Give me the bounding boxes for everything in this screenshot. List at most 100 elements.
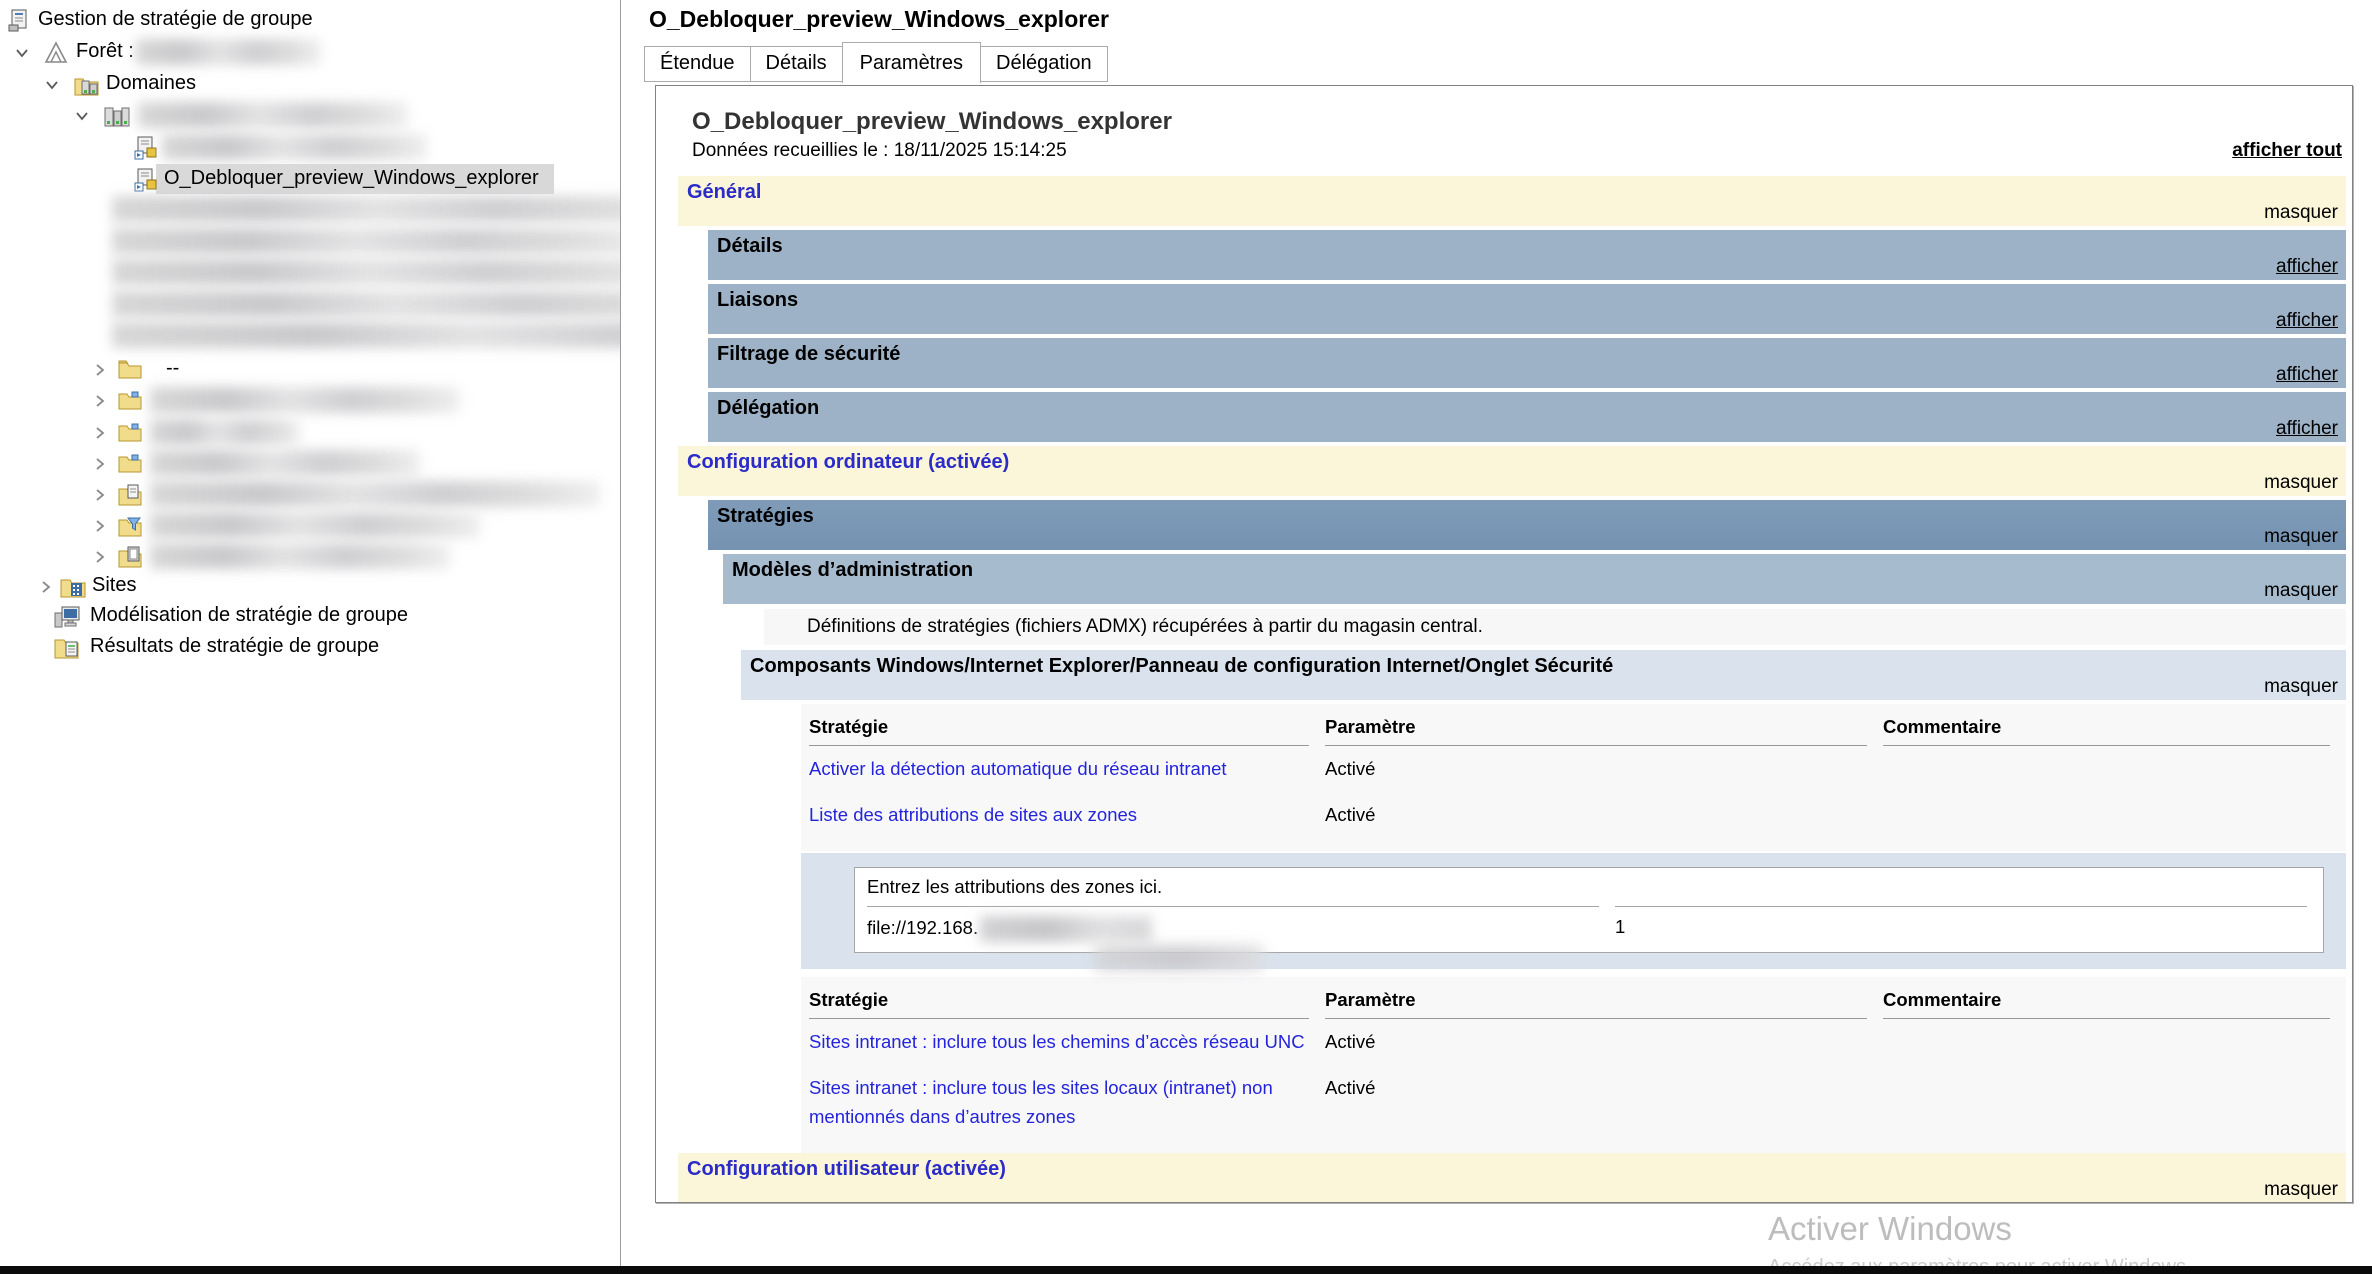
redacted-folder-name [150,512,480,538]
gpo-detail-pane: O_Debloquer_preview_Windows_explorer Éte… [633,0,2372,1266]
section-computer-config: Configuration ordinateur (activée) masqu… [678,446,2346,496]
subsection-delegation: Délégation afficher [708,392,2346,442]
chevron-right-icon[interactable] [92,393,108,414]
pane-splitter[interactable] [620,0,634,1266]
section-computer-hide-link[interactable]: masquer [2264,472,2338,494]
subsection-liaisons-show-link[interactable]: afficher [2276,310,2338,332]
table-row: Sites intranet : inclure tous les sites … [801,1065,2346,1139]
policy-table-1-header: Stratégie Paramètre Commentaire [801,710,2346,746]
redacted-ou-name [150,450,420,476]
subsection-component-path-title: Composants Windows/Internet Explorer/Pan… [750,655,1613,678]
tree-item-ou-dashes-label: -- [166,357,179,380]
group-policy-modeling-icon [54,605,80,634]
report-title: O_Debloquer_preview_Windows_explorer [692,108,2346,136]
section-computer-config-title: Configuration ordinateur (activée) [687,451,1009,474]
tab-etendue[interactable]: Étendue [644,46,751,82]
activate-windows-watermark: Activer Windows [1768,1210,2012,1248]
section-general-hide-link[interactable]: masquer [2264,202,2338,224]
redacted-ou-name [150,387,460,413]
section-user-hide-link[interactable]: masquer [2264,1179,2338,1201]
subsection-details: Détails afficher [708,230,2346,280]
ou-folder-icon [118,452,142,479]
policy-link[interactable]: Activer la détection automatique du rése… [809,758,1241,779]
policy-setting: Activé [1325,1065,1883,1139]
redacted-ou-name [150,419,300,445]
redacted-gpo-name [162,134,427,160]
tree-item-domains-label: Domaines [106,72,196,95]
policy-link[interactable]: Liste des attributions de sites aux zone… [809,804,1151,825]
column-header-commentaire: Commentaire [1883,710,2330,746]
zone-site-cell: file://192.168. [867,907,1615,950]
subsection-admin-templates-hide-link[interactable]: masquer [2264,580,2338,602]
policy-link[interactable]: Sites intranet : inclure tous les sites … [809,1077,1273,1127]
column-header-parametre: Paramètre [1325,983,1867,1019]
zone-assignment-table: Entrez les attributions des zones ici. f… [854,867,2324,953]
redacted-folder-name [150,543,450,569]
tree-item-gp-results-label: Résultats de stratégie de groupe [90,635,379,658]
tab-details[interactable]: Détails [750,46,843,82]
gpo-icon [134,168,158,197]
gpo-icon [134,136,158,165]
zone-table-header-label: Entrez les attributions des zones ici. [867,868,1599,907]
table-row: Liste des attributions de sites aux zone… [801,792,2346,838]
subsection-component-hide-link[interactable]: masquer [2264,676,2338,698]
chevron-right-icon[interactable] [92,362,108,383]
activate-windows-watermark-line2: Accédez aux paramètres pour activer Wind… [1768,1256,2192,1266]
forest-icon [44,41,68,70]
starter-gpo-folder-icon [118,545,142,574]
chevron-right-icon[interactable] [92,549,108,570]
table-row: Sites intranet : inclure tous les chemin… [801,1019,2346,1065]
subsection-filtrage: Filtrage de sécurité afficher [708,338,2346,388]
policy-link[interactable]: Sites intranet : inclure tous les chemin… [809,1031,1319,1052]
chevron-right-icon[interactable] [92,425,108,446]
chevron-down-icon[interactable] [44,77,60,98]
chevron-right-icon[interactable] [92,487,108,508]
redacted-domain-name [138,102,408,128]
bottom-edge-bar [0,1266,2372,1274]
subsection-details-show-link[interactable]: afficher [2276,256,2338,278]
policy-table-2-header: Stratégie Paramètre Commentaire [801,983,2346,1019]
gpo-folder-icon [118,483,142,512]
tab-delegation[interactable]: Délégation [980,46,1108,82]
policy-comment [1883,1019,2346,1065]
zone-value-cell: 1 [1615,907,2323,950]
admx-central-store-note: Définitions de stratégies (fichiers ADMX… [764,609,2346,645]
subsection-liaisons: Liaisons afficher [708,284,2346,334]
domain-icon [104,104,130,133]
redacted-block [112,259,687,285]
policy-comment [1883,1065,2346,1139]
section-user-config-title: Configuration utilisateur (activée) [687,1158,1006,1181]
chevron-right-icon[interactable] [92,456,108,477]
chevron-down-icon[interactable] [14,45,30,66]
chevron-right-icon[interactable] [38,579,54,600]
report-collected-date: Données recueillies le : 18/11/2025 15:1… [692,140,1067,162]
ou-folder-icon [118,421,142,448]
policy-table-2: Stratégie Paramètre Commentaire Sites in… [801,977,2346,1153]
zone-assignment-band: Entrez les attributions des zones ici. f… [801,853,2346,969]
zone-table-header-spacer [1615,868,2307,907]
subsection-admin-templates: Modèles d’administration masquer [723,554,2346,604]
page-title: O_Debloquer_preview_Windows_explorer [649,6,1109,33]
subsection-component-path: Composants Windows/Internet Explorer/Pan… [741,650,2346,700]
tab-parametres[interactable]: Paramètres [842,42,981,83]
redacted-forest-name [136,39,321,65]
policy-table-1: Stratégie Paramètre Commentaire Activer … [801,704,2346,851]
chevron-down-icon[interactable] [74,108,90,129]
chevron-right-icon[interactable] [92,518,108,539]
policy-comment [1883,746,2346,792]
tree-item-gp-modeling-label: Modélisation de stratégie de groupe [90,604,408,627]
show-all-link[interactable]: afficher tout [2232,140,2342,162]
subsection-delegation-show-link[interactable]: afficher [2276,418,2338,440]
redacted-block [1095,946,1263,970]
wmi-filter-folder-icon [118,514,142,543]
domains-folder-icon [74,73,100,102]
column-header-commentaire: Commentaire [1883,983,2330,1019]
tree-item-root-label: Gestion de stratégie de groupe [38,8,313,31]
subsection-strategies-hide-link[interactable]: masquer [2264,526,2338,548]
table-row: file://192.168. 1 [867,907,2323,950]
ou-folder-icon [118,389,142,416]
console-tree-pane: Gestion de stratégie de groupe Forêt : D… [0,0,620,1266]
subsection-filtrage-show-link[interactable]: afficher [2276,364,2338,386]
subsection-details-title: Détails [717,235,783,258]
settings-report: O_Debloquer_preview_Windows_explorer Don… [655,85,2353,1203]
